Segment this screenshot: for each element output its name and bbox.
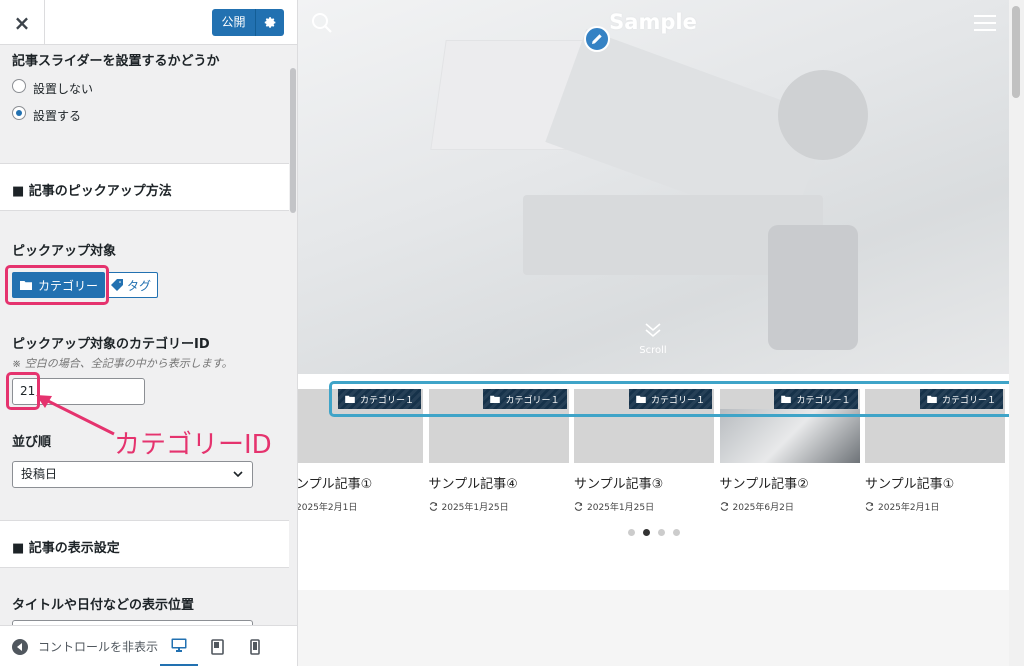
- post-title[interactable]: サンプル記事①: [865, 473, 1005, 492]
- pickup-target-label: ピックアップ対象: [12, 244, 117, 259]
- position-label: タイトルや日付などの表示位置: [12, 598, 195, 613]
- sort-select-value: 投稿日: [21, 467, 58, 481]
- preview-scrollbar-thumb[interactable]: [1012, 6, 1020, 98]
- post-photo: [719, 409, 860, 463]
- radio-no-slider[interactable]: [12, 79, 26, 93]
- customizer-panel: × 公開 記事スライダーを設置するかどうか 設置しない 設置する ■ 記事のピッ…: [0, 0, 298, 666]
- publish-button[interactable]: 公開: [212, 9, 284, 36]
- desktop-icon: [171, 638, 187, 652]
- close-button[interactable]: ×: [0, 0, 45, 45]
- refresh-icon: [720, 502, 728, 511]
- publish-label: 公開: [212, 9, 256, 36]
- pagination-dot[interactable]: [658, 529, 665, 536]
- post-date-text: 2025年1月25日: [441, 503, 509, 513]
- edit-pencil-icon[interactable]: [584, 26, 610, 52]
- scroll-indicator[interactable]: Scroll: [618, 322, 688, 356]
- refresh-icon: [865, 502, 874, 511]
- hero-plant-shape: [778, 70, 868, 160]
- post-date: 2025年1月25日: [429, 500, 569, 513]
- customizer-header: × 公開: [0, 0, 297, 45]
- pagination-dot[interactable]: [628, 529, 635, 536]
- radio-label-yes: 設置する: [33, 109, 82, 123]
- pagination-dot[interactable]: [673, 529, 680, 536]
- pickup-method-title: ■ 記事のピックアップ方法: [12, 184, 172, 199]
- mobile-preview-button[interactable]: [236, 626, 274, 666]
- double-chevron-down-icon: [645, 323, 661, 338]
- tag-button[interactable]: タグ: [106, 272, 158, 298]
- category-id-label: ピックアップ対象のカテゴリーID: [12, 337, 210, 352]
- footer-wave: [298, 590, 1009, 666]
- post-date-text: 2025年2月1日: [878, 503, 940, 513]
- refresh-icon: [574, 502, 583, 511]
- site-preview: Sample Scroll カテゴリー１サンプル記事①2025年2月1日カテゴリ…: [298, 0, 1024, 666]
- tag-icon: [111, 279, 123, 291]
- preview-scrollbar[interactable]: [1009, 0, 1024, 666]
- scroll-label: Scroll: [639, 345, 667, 356]
- hero-image: Sample Scroll: [298, 0, 1024, 374]
- radio-label-no: 設置しない: [33, 82, 94, 96]
- pagination-dot[interactable]: [643, 529, 650, 536]
- post-title[interactable]: サンプル記事④: [429, 473, 569, 492]
- refresh-icon: [429, 502, 437, 511]
- close-icon: ×: [13, 10, 31, 35]
- post-date: 2025年2月1日: [298, 500, 423, 513]
- post-date-text: 2025年2月1日: [298, 503, 358, 513]
- hamburger-menu-icon[interactable]: [974, 14, 996, 36]
- tag-button-label: タグ: [127, 278, 152, 293]
- mobile-icon: [250, 638, 260, 655]
- desktop-preview-button[interactable]: [160, 626, 198, 666]
- slider-question: 記事スライダーを設置するかどうか: [12, 54, 220, 69]
- radio-yes-slider[interactable]: [12, 106, 26, 120]
- tablet-icon: [210, 638, 224, 655]
- display-settings-section: ■ 記事の表示設定: [0, 520, 290, 568]
- collapse-icon: [12, 638, 28, 655]
- hide-controls-button[interactable]: コントロールを非表示: [12, 638, 158, 655]
- site-title[interactable]: Sample: [298, 10, 1008, 34]
- post-title[interactable]: サンプル記事③: [574, 473, 714, 492]
- pickup-method-section: ■ 記事のピックアップ方法: [0, 163, 290, 211]
- panel-scrollbar-thumb[interactable]: [290, 68, 296, 213]
- hide-controls-label: コントロールを非表示: [38, 640, 159, 654]
- post-date: 2025年2月1日: [865, 500, 1005, 513]
- sort-label: 並び順: [12, 435, 52, 450]
- tablet-preview-button[interactable]: [198, 626, 236, 666]
- post-title[interactable]: サンプル記事①: [298, 473, 423, 492]
- chevron-down-icon: [232, 464, 244, 493]
- gear-icon[interactable]: [256, 16, 284, 29]
- display-settings-title: ■ 記事の表示設定: [12, 541, 120, 556]
- category-id-hint: ※ 空白の場合、全記事の中から表示します。: [12, 357, 233, 370]
- post-date-text: 2025年6月2日: [732, 503, 794, 513]
- sort-select[interactable]: 投稿日: [12, 461, 253, 488]
- post-date-text: 2025年1月25日: [587, 503, 655, 513]
- customizer-footer: コントロールを非表示: [0, 625, 297, 666]
- category-highlight-box: [5, 265, 109, 305]
- hero-mug-shape: [768, 225, 858, 350]
- annotation-text: カテゴリーID: [114, 430, 272, 460]
- category-labels-highlight-box: [329, 381, 1018, 417]
- post-date: 2025年1月25日: [574, 500, 714, 513]
- post-date: 2025年6月2日: [720, 500, 860, 513]
- post-title[interactable]: サンプル記事②: [720, 473, 860, 492]
